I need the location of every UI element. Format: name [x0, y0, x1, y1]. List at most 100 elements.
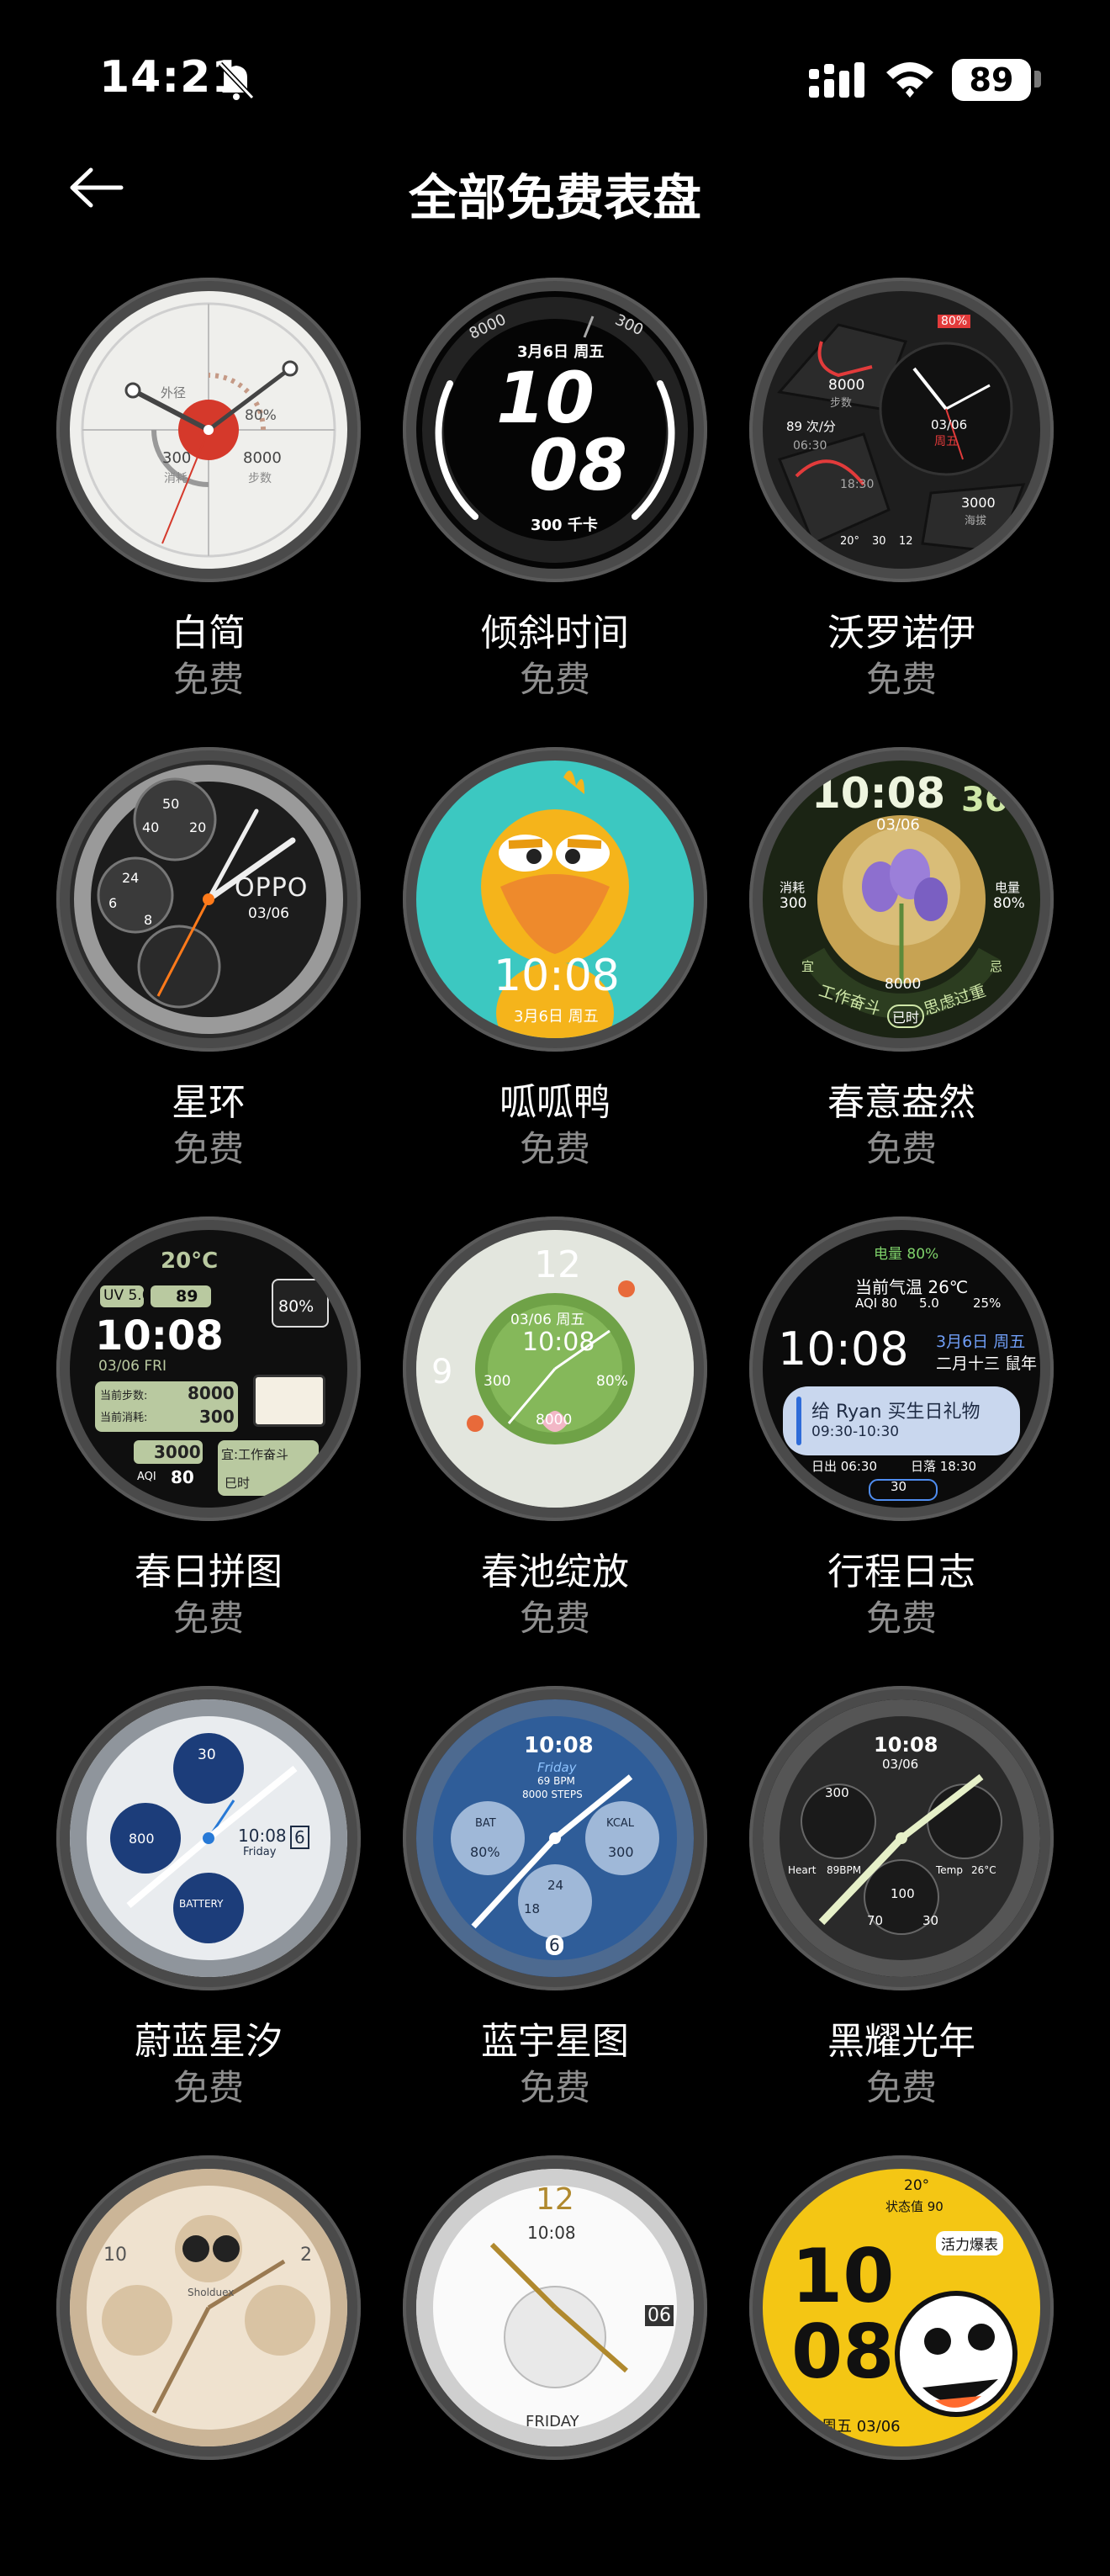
face-text: 89	[176, 1287, 198, 1306]
face-text: 30	[872, 535, 886, 548]
watch-face-card[interactable]: 80% 8000 步数 89 次/分 06:30 18:30 03/06 周五 …	[729, 278, 1074, 700]
battery-icon	[1034, 71, 1041, 87]
wifi-icon	[885, 57, 935, 104]
watch-face-card[interactable]: 10:08 36 03/06 消耗 300 电量 80% 8000 宜 忌 工作…	[729, 747, 1074, 1169]
signal-icon	[809, 61, 868, 103]
face-text: 80	[171, 1467, 194, 1487]
face-text: Temp	[936, 1864, 963, 1876]
face-text: 24	[122, 870, 140, 886]
face-text: 10:08	[527, 2223, 576, 2243]
watch-face-preview[interactable]: 外径 80% 300 8000 消耗 步数	[56, 278, 361, 582]
watch-face-price: 免费	[865, 659, 937, 700]
face-text: 03/06	[876, 816, 920, 834]
watch-face-preview[interactable]: 10 2 Sholduex	[56, 2155, 361, 2460]
watch-face-price: 免费	[519, 2067, 590, 2108]
face-text: 10:08	[874, 1733, 938, 1757]
watch-face-preview[interactable]: 30 800 10:08 Friday 6 BATTERY	[56, 1686, 361, 1990]
watch-face-preview[interactable]: 20° 状态值 90 活力爆表 10 08 周五 03/06	[749, 2155, 1054, 2460]
watch-face-preview[interactable]: 12 03/06 周五 10:08 300 80% 8000 9	[403, 1216, 707, 1521]
face-text: 3000	[961, 495, 996, 511]
face-text: 80%	[596, 1373, 628, 1390]
face-text: 日落 18:30	[911, 1459, 976, 1474]
watch-face-preview[interactable]: 80% 8000 步数 89 次/分 06:30 18:30 03/06 周五 …	[749, 278, 1054, 582]
face-text: 活力爆表	[936, 2231, 1003, 2255]
face-text: 20°C	[161, 1248, 219, 1274]
face-text: 300	[608, 1844, 634, 1860]
watch-face-card[interactable]: 12 03/06 周五 10:08 300 80% 8000 9 春池绽放 免费	[383, 1216, 727, 1639]
face-text: UV 5.0	[103, 1287, 151, 1304]
watch-face-card[interactable]: 电量 80% 当前气温 26℃ AQI 80 5.0 25% 10:08 3月6…	[729, 1216, 1074, 1639]
watch-face-preview[interactable]: 8000 300 3月6日 周五 10 08 300 千卡	[403, 278, 707, 582]
face-text: 当前消耗:	[100, 1412, 148, 1424]
face-text: 30	[891, 1479, 907, 1494]
face-text: 12	[534, 1243, 581, 1286]
watch-face-card[interactable]: 10 2 Sholduex	[36, 2155, 381, 2576]
face-text: 3月6日 周五	[936, 1333, 1026, 1351]
watch-face-name: 倾斜时间	[481, 612, 629, 655]
face-text: 6	[546, 1935, 563, 1955]
face-text: Friday	[537, 1760, 577, 1775]
watch-face-preview[interactable]: 10:08 36 03/06 消耗 300 电量 80% 8000 宜 忌 工作…	[749, 747, 1054, 1052]
watch-face-preview[interactable]: 电量 80% 当前气温 26℃ AQI 80 5.0 25% 10:08 3月6…	[749, 1216, 1054, 1521]
watch-face-card[interactable]: 10:08 03/06 300 Heart 89BPM Temp 26°C 10…	[729, 1686, 1074, 2108]
watch-face-preview[interactable]: 10:08 Friday 69 BPM 8000 STEPS BAT 80% K…	[403, 1686, 707, 1990]
face-text: 5.0	[919, 1296, 939, 1311]
face-text: 8000	[188, 1383, 235, 1403]
face-text: 09:30-10:30	[811, 1423, 900, 1440]
face-text: 89BPM	[827, 1864, 862, 1876]
watch-face-card[interactable]: 10:08 3月6日 周五 呱呱鸭 免费	[383, 747, 727, 1169]
watch-face-name: 黑耀光年	[827, 2020, 975, 2063]
face-text: AQI	[137, 1471, 156, 1483]
face-text: 80%	[938, 315, 971, 328]
watch-face-card[interactable]: 50 40 20 24 6 8 OPPO 03/06 星环 免费	[36, 747, 381, 1169]
face-text: 6	[108, 895, 118, 911]
face-text: 800	[129, 1831, 155, 1847]
watch-face-preview[interactable]: 10:08 3月6日 周五	[403, 747, 707, 1052]
face-text: 10	[103, 2245, 127, 2266]
face-text: 8000 STEPS	[522, 1789, 583, 1800]
face-text: 3月6日 周五	[514, 1008, 599, 1026]
face-text: 9	[431, 1353, 453, 1391]
face-text: 20°	[904, 2177, 930, 2194]
watch-face-card[interactable]: 10:08 Friday 69 BPM 8000 STEPS BAT 80% K…	[383, 1686, 727, 2108]
face-text: 12	[536, 2182, 574, 2217]
face-text: 03/06 FRI	[98, 1358, 166, 1375]
face-text: 70	[867, 1913, 884, 1928]
status-bar: 14:21 89	[0, 0, 1110, 160]
face-text: 06	[645, 2305, 674, 2326]
face-text: 消耗	[164, 472, 188, 485]
watch-face-preview[interactable]: 12 10:08 06 FRIDAY	[403, 2155, 707, 2460]
face-text: 20	[189, 819, 207, 835]
face-text: 10:08	[811, 769, 946, 818]
watch-face-card[interactable]: 30 800 10:08 Friday 6 BATTERY 蔚蓝星汐 免费	[36, 1686, 381, 2108]
face-text: 周五	[934, 435, 958, 448]
face-text: 10	[791, 2233, 895, 2319]
face-text: 18	[524, 1901, 541, 1916]
watch-face-preview[interactable]: 20°C UV 5.0 89 80% 10:08 03/06 FRI 当前步数:…	[56, 1216, 361, 1521]
watch-face-price: 免费	[519, 659, 590, 700]
watch-face-name: 蓝宇星图	[481, 2020, 629, 2063]
watch-face-price: 免费	[172, 1128, 244, 1169]
watch-face-card[interactable]: 8000 300 3月6日 周五 10 08 300 千卡 倾斜时间 免费	[383, 278, 727, 700]
watch-face-card[interactable]: 20°C UV 5.0 89 80% 10:08 03/06 FRI 当前步数:…	[36, 1216, 381, 1639]
watch-face-card[interactable]: 12 10:08 06 FRIDAY	[383, 2155, 727, 2576]
watch-face-price: 免费	[519, 1128, 590, 1169]
watch-face-preview[interactable]: 10:08 03/06 300 Heart 89BPM Temp 26°C 10…	[749, 1686, 1054, 1990]
face-text: 步数	[248, 472, 272, 485]
face-text: 6	[290, 1826, 309, 1849]
face-text: AQI 80	[855, 1296, 898, 1311]
face-text: 当前气温 26℃	[855, 1277, 969, 1297]
watch-face-name: 蔚蓝星汐	[135, 2020, 283, 2063]
face-text: 步数	[830, 397, 853, 410]
face-text: 宜:工作奋斗	[221, 1447, 289, 1462]
face-text: 30	[198, 1746, 216, 1763]
watch-face-preview[interactable]: 50 40 20 24 6 8 OPPO 03/06	[56, 747, 361, 1052]
watch-face-card[interactable]: 外径 80% 300 8000 消耗 步数 白简 免费	[36, 278, 381, 700]
watch-face-name: 沃罗诺伊	[827, 612, 975, 655]
watch-face-card[interactable]: 20° 状态值 90 活力爆表 10 08 周五 03/06	[729, 2155, 1074, 2576]
face-text: 忌	[990, 959, 1003, 974]
watch-face-price: 免费	[865, 1128, 937, 1169]
face-text: 状态值 90	[885, 2199, 944, 2214]
face-text: 8000	[536, 1412, 573, 1428]
face-text: 03/06 周五	[510, 1312, 585, 1328]
